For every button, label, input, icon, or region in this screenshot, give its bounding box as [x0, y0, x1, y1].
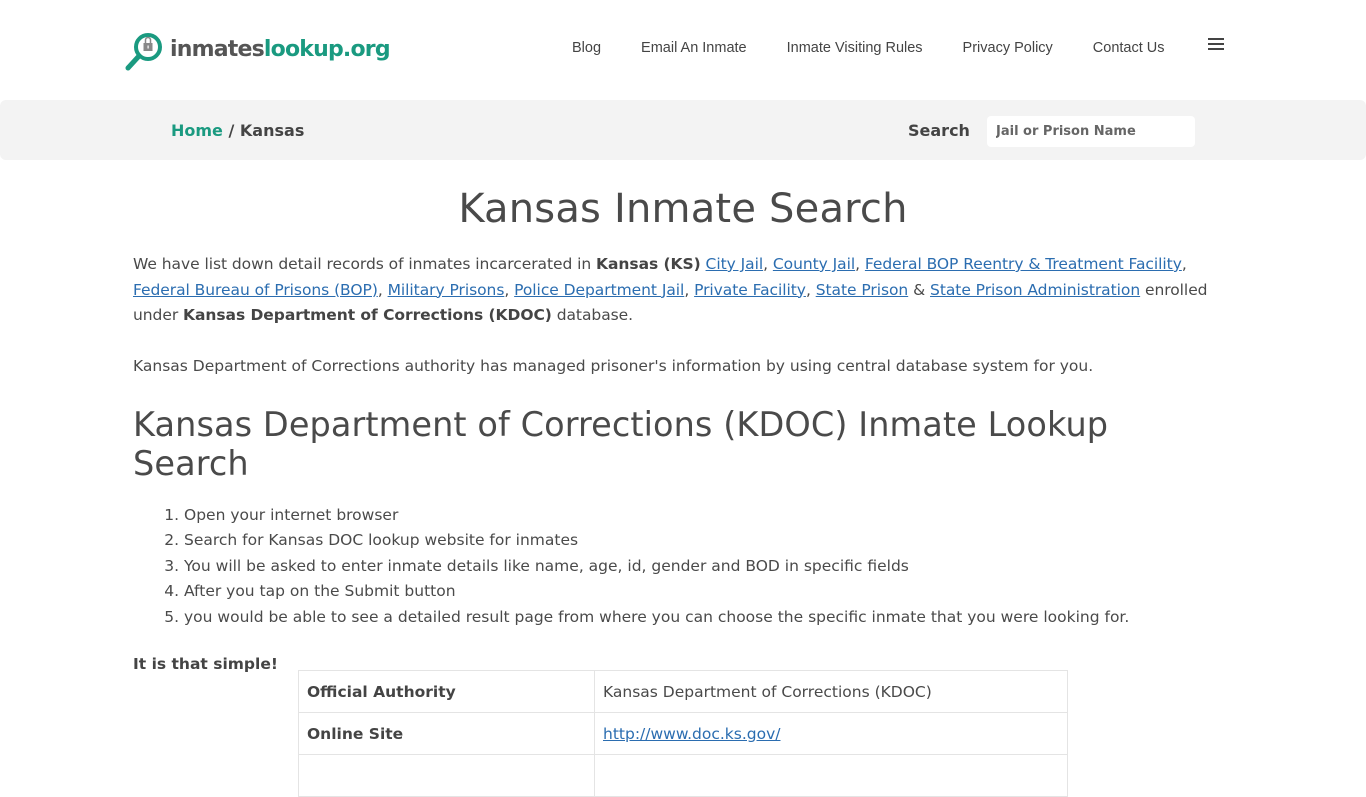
table-key: Online Site: [298, 712, 595, 755]
nav-privacy-policy[interactable]: Privacy Policy: [963, 40, 1053, 56]
main-content: Kansas Inmate Search We have list down d…: [133, 160, 1233, 797]
page-title: Kansas Inmate Search: [458, 186, 908, 232]
main-nav: Blog Email An Inmate Inmate Visiting Rul…: [572, 38, 1224, 56]
hamburger-icon[interactable]: [1208, 38, 1224, 52]
table-value: [594, 754, 1068, 797]
section-title: Kansas Department of Corrections (KDOC) …: [133, 404, 1109, 483]
logo-text-part1: inmates: [170, 36, 265, 62]
search-label: Search: [908, 121, 970, 140]
online-site-link[interactable]: http://www.doc.ks.gov/: [603, 725, 781, 743]
nav-email-an-inmate[interactable]: Email An Inmate: [641, 40, 747, 56]
breadcrumb: Home / Kansas: [171, 121, 304, 140]
intro-amp: &: [913, 280, 926, 299]
link-federal-bop-reentry[interactable]: Federal BOP Reentry & Treatment Facility: [865, 255, 1182, 273]
link-military-prisons[interactable]: Military Prisons: [388, 281, 505, 299]
nav-blog[interactable]: Blog: [572, 40, 601, 56]
table-key: Official Authority: [298, 670, 595, 713]
breadcrumb-bar: Home / Kansas Search: [0, 100, 1366, 160]
breadcrumb-current: Kansas: [239, 121, 305, 140]
table-row: [298, 754, 1068, 797]
site-header: inmateslookup.org Blog Email An Inmate I…: [0, 0, 1366, 100]
site-logo[interactable]: inmateslookup.org: [124, 30, 391, 72]
intro-department: Kansas Department of Corrections (KDOC): [183, 306, 552, 324]
link-county-jail[interactable]: County Jail: [773, 255, 855, 273]
steps-list: Open your internet browser Search for Ka…: [184, 503, 1233, 631]
link-state-prison[interactable]: State Prison: [816, 281, 909, 299]
list-item: you would be able to see a detailed resu…: [184, 605, 1233, 631]
intro-tail: database.: [551, 306, 634, 324]
intro-lead: We have list down detail records of inma…: [133, 255, 597, 273]
list-item: Open your internet browser: [184, 503, 1233, 529]
table-value: http://www.doc.ks.gov/: [594, 712, 1068, 755]
logo-text-part2: lookup.org: [263, 36, 391, 62]
list-item: After you tap on the Submit button: [184, 579, 1233, 605]
info-table: Official Authority Kansas Department of …: [298, 670, 1068, 797]
intro-state: Kansas (KS): [596, 255, 701, 273]
list-item: Search for Kansas DOC lookup website for…: [184, 528, 1233, 554]
table-row: Official Authority Kansas Department of …: [298, 670, 1068, 713]
breadcrumb-home[interactable]: Home: [171, 121, 223, 140]
nav-inmate-visiting-rules[interactable]: Inmate Visiting Rules: [787, 40, 923, 56]
nav-contact-us[interactable]: Contact Us: [1093, 40, 1165, 56]
search-input[interactable]: [987, 116, 1195, 147]
link-state-prison-administration[interactable]: State Prison Administration: [930, 281, 1140, 299]
table-row: Online Site http://www.doc.ks.gov/: [298, 712, 1068, 755]
intro-paragraph: We have list down detail records of inma…: [133, 255, 1208, 324]
link-police-department-jail[interactable]: Police Department Jail: [514, 281, 684, 299]
logo-text: inmateslookup.org: [170, 36, 391, 62]
table-value: Kansas Department of Corrections (KDOC): [594, 670, 1068, 713]
table-key: [298, 754, 595, 797]
list-item: You will be asked to enter inmate detail…: [184, 554, 1233, 580]
link-city-jail[interactable]: City Jail: [706, 255, 764, 273]
note-paragraph: Kansas Department of Corrections authori…: [133, 356, 1094, 375]
magnifier-lock-icon: [125, 33, 162, 71]
link-private-facility[interactable]: Private Facility: [694, 281, 806, 299]
link-federal-bureau-of-prisons[interactable]: Federal Bureau of Prisons (BOP): [133, 281, 378, 299]
breadcrumb-separator: /: [228, 121, 235, 140]
